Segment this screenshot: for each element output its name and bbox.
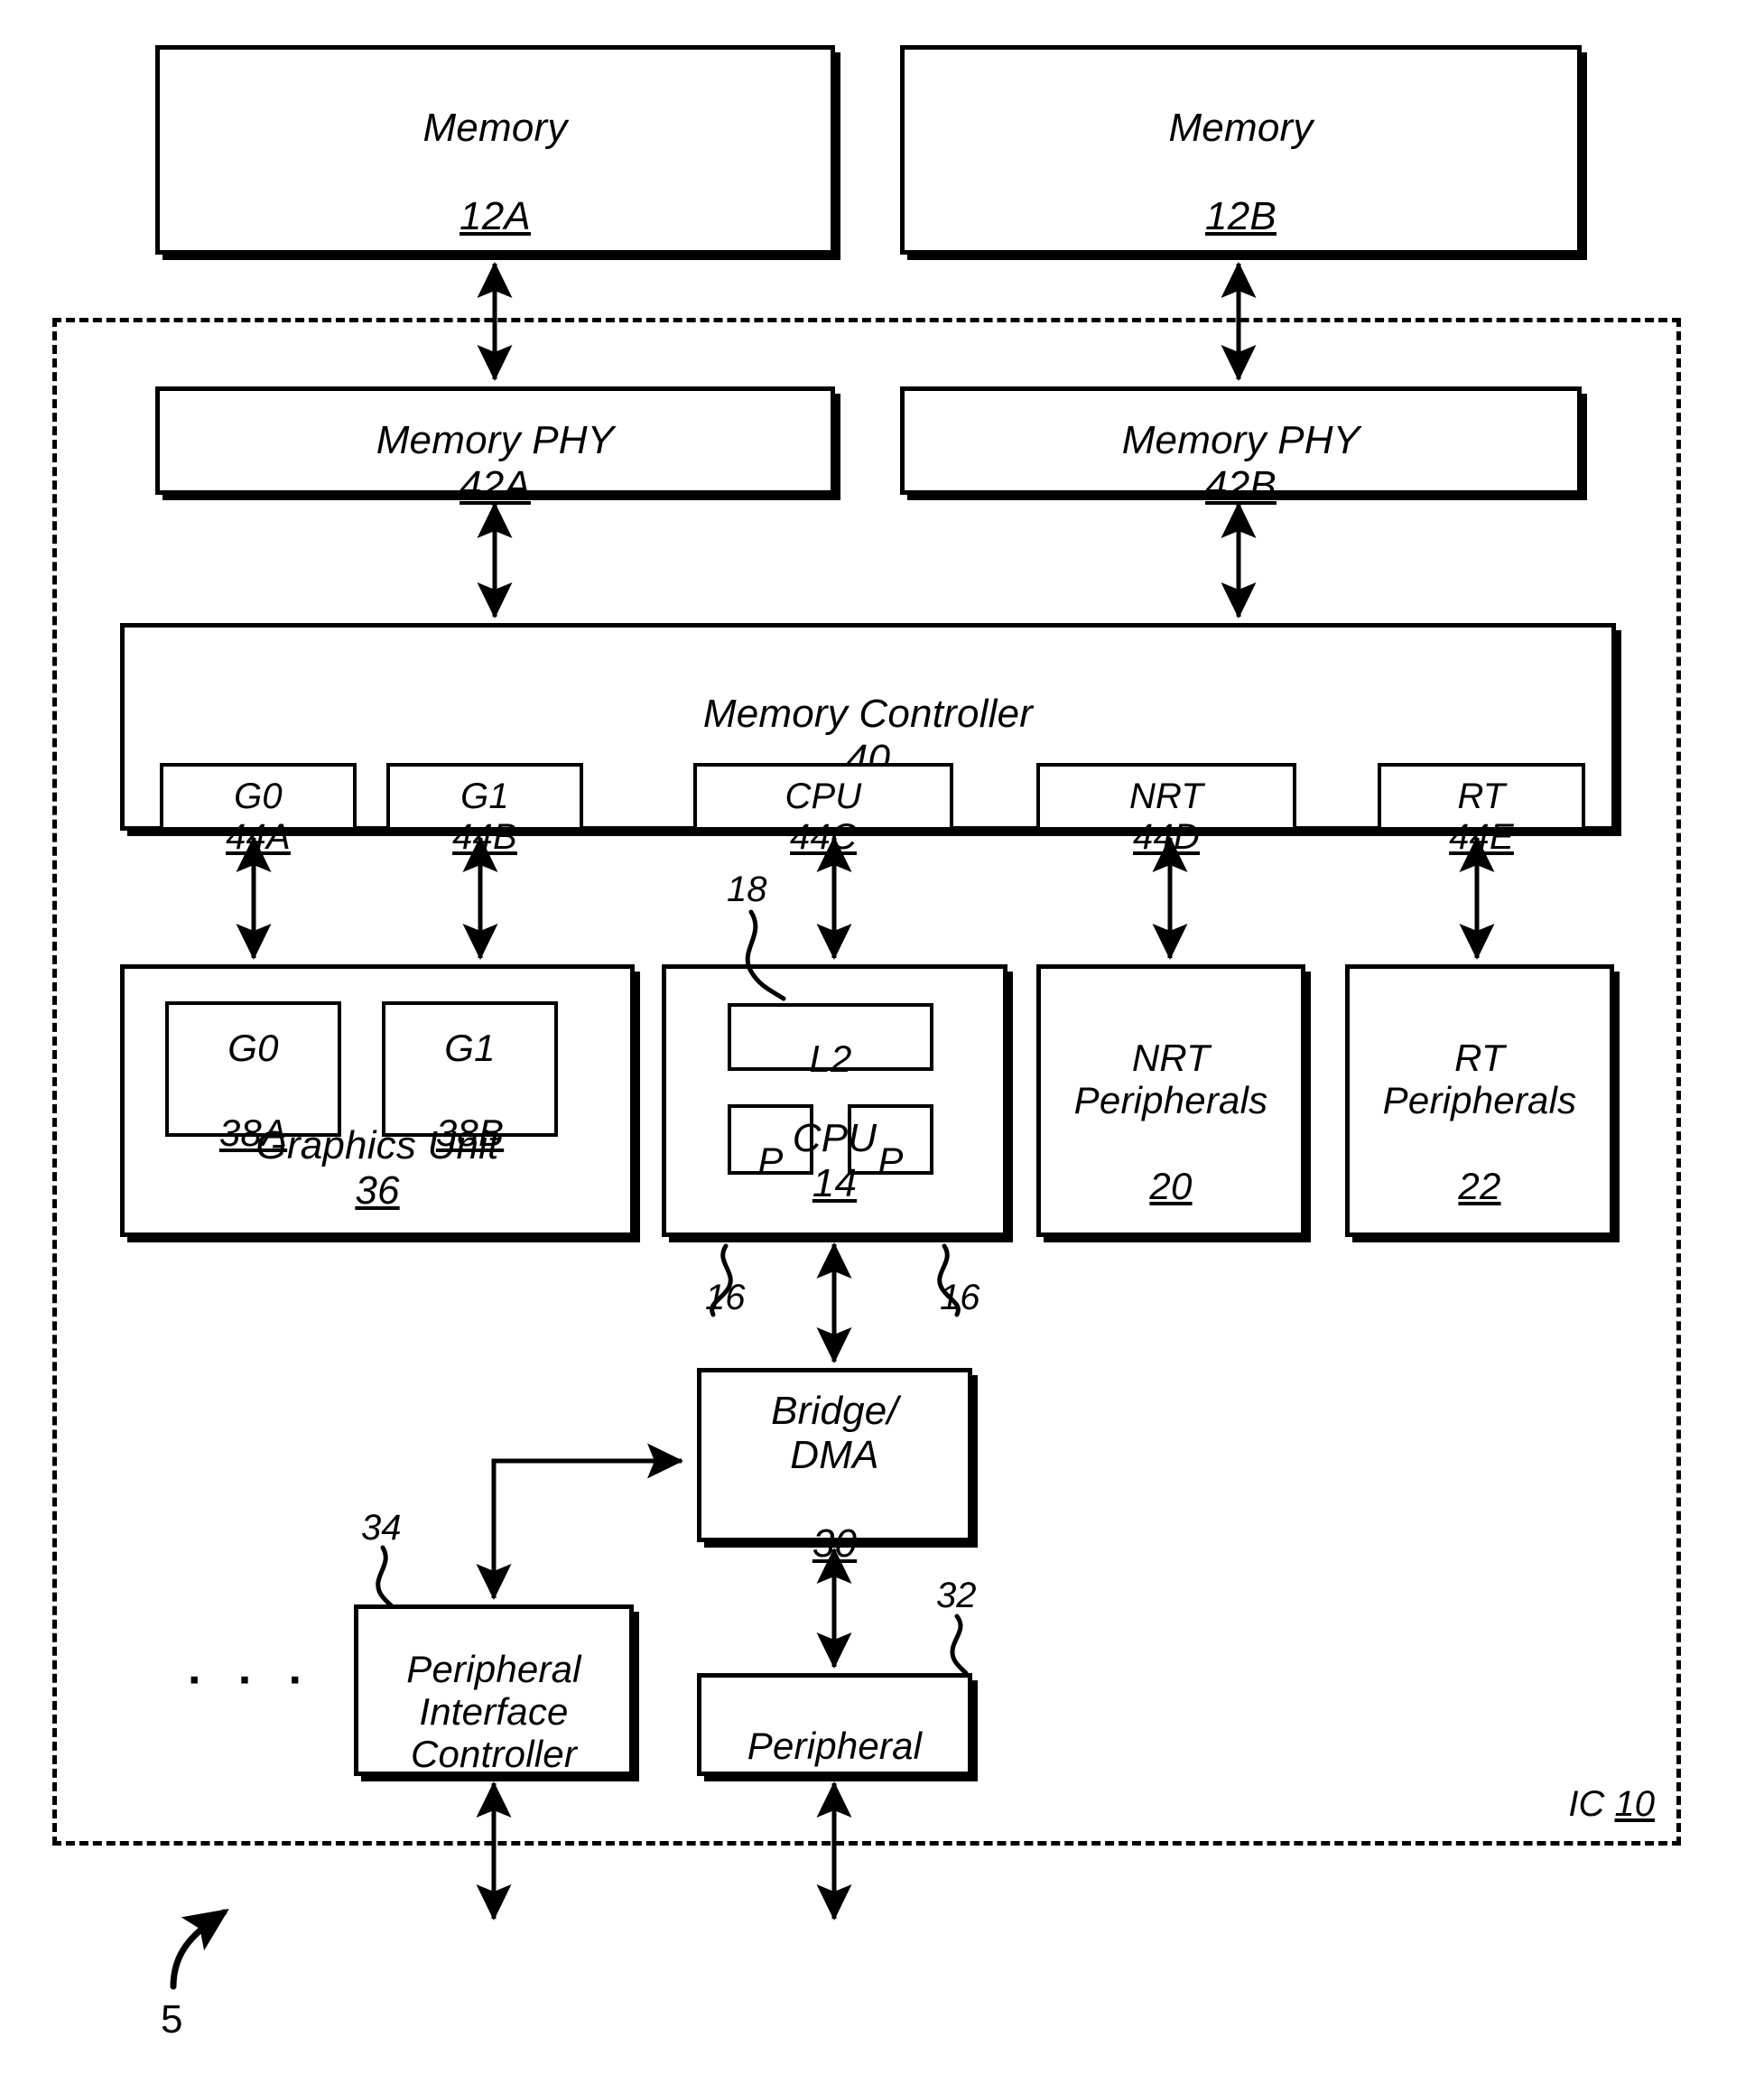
peripheral-block[interactable]: Peripheral xyxy=(697,1673,972,1776)
port-rt-44e[interactable]: RT 44E xyxy=(1378,763,1585,857)
nrt-peripherals-label: NRT Peripherals xyxy=(1073,1037,1268,1122)
peripheral-interface-controller-block[interactable]: Peripheral Interface Controller xyxy=(354,1604,634,1776)
reference-numeral-18: 18 xyxy=(727,870,767,909)
graphics-unit-block[interactable]: G0 38A G1 38B Graphics Unit 36 xyxy=(120,964,635,1237)
memory-12b-label: Memory xyxy=(1168,105,1314,150)
port-rt-44e-label: RT xyxy=(1457,777,1506,817)
l2-cache-block[interactable]: L2 xyxy=(728,1003,933,1080)
cpu-title: CPU 14 xyxy=(666,1072,1003,1205)
memory-12b-number: 12B xyxy=(1205,194,1277,239)
figure-canvas: IC 10 Memory 12A Memory 12B Memory PHY 4… xyxy=(0,0,1764,2074)
reference-numeral-16-left: 16 xyxy=(705,1278,746,1317)
port-cpu-44c[interactable]: CPU 44C xyxy=(693,763,953,857)
graphics-unit-label: Graphics Unit xyxy=(255,1123,499,1168)
ic-label-number: 10 xyxy=(1614,1784,1656,1824)
graphics-core-g1-label: G1 xyxy=(444,1026,496,1069)
memory-controller-block[interactable]: Memory Controller 40 G0 44A G1 44B CPU 4… xyxy=(120,623,1616,857)
ellipsis-more-peripherals: · · · xyxy=(188,1654,315,1707)
memory-12b-block[interactable]: Memory 12B xyxy=(900,45,1582,255)
bridge-dma-block[interactable]: Bridge/ DMA 30 xyxy=(697,1368,972,1566)
memory-12a-block[interactable]: Memory 12A xyxy=(155,45,835,255)
cpu-number: 14 xyxy=(812,1160,858,1205)
port-cpu-44c-label: CPU xyxy=(785,777,862,817)
bridge-dma-number: 30 xyxy=(812,1521,858,1567)
memory-controller-title: Memory Controller 40 xyxy=(125,647,1611,781)
graphics-unit-title: Graphics Unit 36 xyxy=(125,1079,630,1213)
port-nrt-44d-label: NRT xyxy=(1128,777,1204,817)
cpu-block[interactable]: L2 P P CPU 14 xyxy=(662,964,1007,1237)
port-g0-44a-label: G0 xyxy=(234,777,283,817)
memory-phy-42b-label: Memory PHY xyxy=(1121,418,1360,463)
peripheral-label: Peripheral xyxy=(747,1725,923,1767)
ic-label-text: IC xyxy=(1568,1784,1605,1824)
rt-peripherals-label: RT Peripherals xyxy=(1382,1037,1577,1122)
cpu-label: CPU xyxy=(792,1116,877,1161)
port-nrt-44d[interactable]: NRT 44D xyxy=(1036,763,1296,857)
peripheral-interface-controller-label: Peripheral Interface Controller xyxy=(406,1647,581,1776)
memory-phy-42a-block[interactable]: Memory PHY 42A xyxy=(155,386,835,507)
graphics-core-g0-label: G0 xyxy=(227,1026,279,1069)
reference-numeral-34: 34 xyxy=(361,1508,402,1548)
figure-number: 5 xyxy=(161,1997,183,2041)
leader-figure-5 xyxy=(170,1909,229,1990)
bridge-dma-label: Bridge/ DMA xyxy=(771,1388,898,1477)
nrt-peripherals-block[interactable]: NRT Peripherals 20 xyxy=(1036,964,1305,1237)
rt-peripherals-number: 22 xyxy=(1458,1164,1501,1207)
reference-numeral-32: 32 xyxy=(936,1576,977,1615)
port-g1-44b[interactable]: G1 44B xyxy=(386,763,583,857)
reference-numeral-16-right: 16 xyxy=(940,1278,980,1317)
memory-phy-42b-number: 42B xyxy=(1205,462,1277,507)
graphics-unit-number: 36 xyxy=(355,1167,400,1213)
memory-12a-label: Memory xyxy=(422,105,568,150)
port-g0-44a[interactable]: G0 44A xyxy=(160,763,357,857)
rt-peripherals-block[interactable]: RT Peripherals 22 xyxy=(1345,964,1614,1237)
port-nrt-44d-number: 44D xyxy=(1133,816,1200,857)
nrt-peripherals-number: 20 xyxy=(1149,1164,1193,1207)
ic-label: IC 10 xyxy=(1568,1784,1655,1825)
memory-controller-label: Memory Controller xyxy=(702,692,1034,737)
memory-phy-42a-label: Memory PHY xyxy=(376,418,615,463)
port-rt-44e-number: 44E xyxy=(1449,816,1514,857)
memory-phy-42b-block[interactable]: Memory PHY 42B xyxy=(900,386,1582,507)
port-g1-44b-label: G1 xyxy=(460,777,509,817)
port-g0-44a-number: 44A xyxy=(226,816,291,857)
memory-phy-42a-number: 42A xyxy=(460,462,531,507)
port-cpu-44c-number: 44C xyxy=(790,816,857,857)
port-g1-44b-number: 44B xyxy=(452,816,517,857)
memory-12a-number: 12A xyxy=(460,194,531,239)
